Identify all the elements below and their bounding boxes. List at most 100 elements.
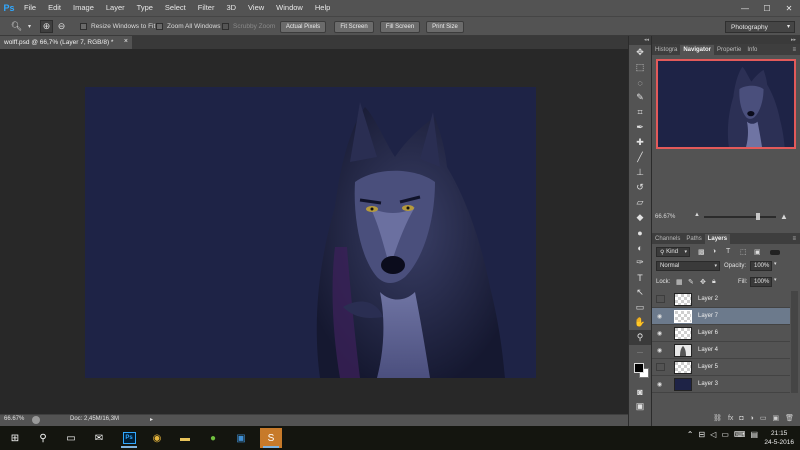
- layer-row[interactable]: Layer 2: [652, 291, 790, 308]
- marquee-tool-icon[interactable]: ⬚: [629, 60, 651, 75]
- navigator-zoom-value[interactable]: 66.67%: [655, 214, 675, 220]
- menu-help[interactable]: Help: [309, 0, 336, 16]
- menu-image[interactable]: Image: [67, 0, 100, 16]
- menu-window[interactable]: Window: [270, 0, 309, 16]
- fill-input[interactable]: 100%: [750, 277, 772, 287]
- move-tool-icon[interactable]: ✥: [629, 45, 651, 60]
- skype-icon[interactable]: S: [260, 428, 282, 448]
- path-select-tool-icon[interactable]: ↖: [629, 285, 651, 300]
- color-swatches[interactable]: [629, 360, 651, 384]
- delete-layer-icon[interactable]: 🗑︎: [785, 414, 794, 422]
- tab-properties[interactable]: Propertie: [714, 45, 744, 55]
- eye-icon[interactable]: ◉: [657, 330, 665, 337]
- clock[interactable]: 21:15 24-5-2016: [764, 429, 794, 447]
- tab-info[interactable]: Info: [744, 45, 760, 55]
- close-window-button[interactable]: ✕: [778, 0, 800, 16]
- menu-filter[interactable]: Filter: [192, 0, 221, 16]
- panel-menu-icon[interactable]: ≡: [792, 45, 800, 55]
- eye-icon[interactable]: ◉: [657, 313, 665, 320]
- filter-type-icon[interactable]: T: [726, 248, 730, 255]
- chevron-down-icon[interactable]: ▾: [774, 261, 777, 267]
- notification-icon[interactable]: ▤: [750, 430, 758, 439]
- battery-icon[interactable]: ▭: [721, 430, 729, 439]
- brush-tool-icon[interactable]: ╱: [629, 150, 651, 165]
- menu-type[interactable]: Type: [131, 0, 159, 16]
- windows-start-icon[interactable]: ⊞: [4, 428, 26, 448]
- visibility-toggle[interactable]: [656, 363, 665, 371]
- menu-layer[interactable]: Layer: [100, 0, 131, 16]
- layer-row[interactable]: ◉ Layer 3: [652, 376, 790, 393]
- maximize-button[interactable]: ☐: [756, 0, 778, 16]
- blend-mode-select[interactable]: Normal ▾: [656, 261, 720, 271]
- document-canvas[interactable]: [85, 87, 536, 378]
- quick-select-tool-icon[interactable]: ✎: [629, 90, 651, 105]
- task-view-icon[interactable]: ▭: [60, 428, 82, 448]
- print-size-button[interactable]: Print Size: [426, 21, 464, 33]
- close-tab-icon[interactable]: ×: [124, 38, 128, 45]
- new-group-icon[interactable]: ▭: [760, 414, 767, 422]
- app-icon[interactable]: ▣: [230, 428, 252, 448]
- scrubby-zoom-checkbox[interactable]: Scrubby Zoom: [222, 20, 275, 33]
- dodge-tool-icon[interactable]: ◐: [629, 240, 651, 255]
- document-tab[interactable]: wolff.psd @ 66,7% (Layer 7, RGB/8) * ×: [0, 36, 132, 49]
- keyboard-icon[interactable]: ⌨: [734, 430, 746, 439]
- tab-paths[interactable]: Paths: [683, 234, 704, 244]
- network-icon[interactable]: ⊟: [698, 430, 705, 439]
- resize-windows-checkbox[interactable]: Resize Windows to Fit: [80, 20, 155, 33]
- filter-shape-icon[interactable]: ⬚: [740, 248, 747, 256]
- paint-bucket-tool-icon[interactable]: ◆: [629, 210, 651, 225]
- mail-icon[interactable]: ✉: [88, 428, 110, 448]
- fill-screen-button[interactable]: Fill Screen: [380, 21, 420, 33]
- search-icon[interactable]: ⚲: [32, 428, 54, 448]
- layer-filter-toggle[interactable]: [770, 250, 780, 255]
- workspace-select[interactable]: Photography ▾: [725, 21, 795, 33]
- tab-layers[interactable]: Layers: [704, 234, 731, 244]
- canvas-area[interactable]: [0, 49, 628, 414]
- filter-adjustment-icon[interactable]: ◑: [712, 248, 716, 255]
- eraser-tool-icon[interactable]: ▱: [629, 195, 651, 210]
- tools-panel-collapse[interactable]: ◂◂: [629, 36, 651, 45]
- blur-tool-icon[interactable]: ●: [629, 225, 651, 240]
- crop-tool-icon[interactable]: ⌗: [629, 105, 651, 120]
- actual-pixels-button[interactable]: Actual Pixels: [280, 21, 326, 33]
- type-tool-icon[interactable]: T: [629, 270, 651, 285]
- layers-scrollbar[interactable]: [791, 291, 798, 393]
- rectangle-tool-icon[interactable]: ▭: [629, 300, 651, 315]
- filter-smart-object-icon[interactable]: ▣: [754, 248, 761, 256]
- volume-icon[interactable]: ◁: [710, 430, 716, 439]
- chrome-icon[interactable]: ◉: [146, 428, 168, 448]
- eye-icon[interactable]: ◉: [657, 381, 665, 388]
- layer-row[interactable]: ◉ Layer 7: [652, 308, 790, 325]
- status-menu-arrow[interactable]: ▸: [150, 416, 153, 423]
- clone-stamp-tool-icon[interactable]: ⊥: [629, 165, 651, 180]
- panel-menu-icon[interactable]: ≡: [792, 234, 800, 244]
- healing-brush-tool-icon[interactable]: ✚: [629, 135, 651, 150]
- utorrent-icon[interactable]: ●: [202, 428, 224, 448]
- status-info-icon[interactable]: [32, 416, 40, 424]
- eyedropper-tool-icon[interactable]: ✒: [629, 120, 651, 135]
- lock-all-icon[interactable]: 🔒︎: [712, 278, 716, 286]
- foreground-color-swatch[interactable]: [634, 363, 644, 373]
- lock-position-icon[interactable]: ✥: [700, 278, 706, 286]
- zoom-in-mountain-icon[interactable]: ▲: [780, 212, 788, 221]
- chevron-up-icon[interactable]: ⌃: [687, 430, 694, 439]
- quick-mask-icon[interactable]: ◙: [629, 384, 651, 399]
- minimize-button[interactable]: —: [734, 0, 756, 16]
- layer-filter-kind[interactable]: ⚲ Kind ▾: [656, 247, 690, 257]
- panel-collapse-strip[interactable]: ▸▸: [652, 36, 800, 44]
- layer-row[interactable]: ◉ Layer 6: [652, 325, 790, 342]
- history-brush-tool-icon[interactable]: ↺: [629, 180, 651, 195]
- fit-screen-button[interactable]: Fit Screen: [334, 21, 374, 33]
- zoom-level[interactable]: 66.67%: [4, 416, 24, 422]
- filter-pixel-icon[interactable]: ▩: [698, 248, 705, 256]
- more-tools-icon[interactable]: ···: [629, 345, 651, 360]
- zoom-tool-preset[interactable]: 🔍︎ ▾: [10, 20, 36, 33]
- eye-icon[interactable]: ◉: [657, 347, 665, 354]
- tab-histogram[interactable]: Histogra: [652, 45, 680, 55]
- navigator-slider-handle[interactable]: [756, 213, 760, 220]
- menu-3d[interactable]: 3D: [220, 0, 242, 16]
- lock-pixels-icon[interactable]: ✎: [688, 278, 694, 286]
- lock-transparent-icon[interactable]: ▦: [676, 278, 683, 286]
- photoshop-taskbar-icon[interactable]: Ps: [118, 428, 140, 448]
- layer-row[interactable]: ◉ Layer 4: [652, 342, 790, 359]
